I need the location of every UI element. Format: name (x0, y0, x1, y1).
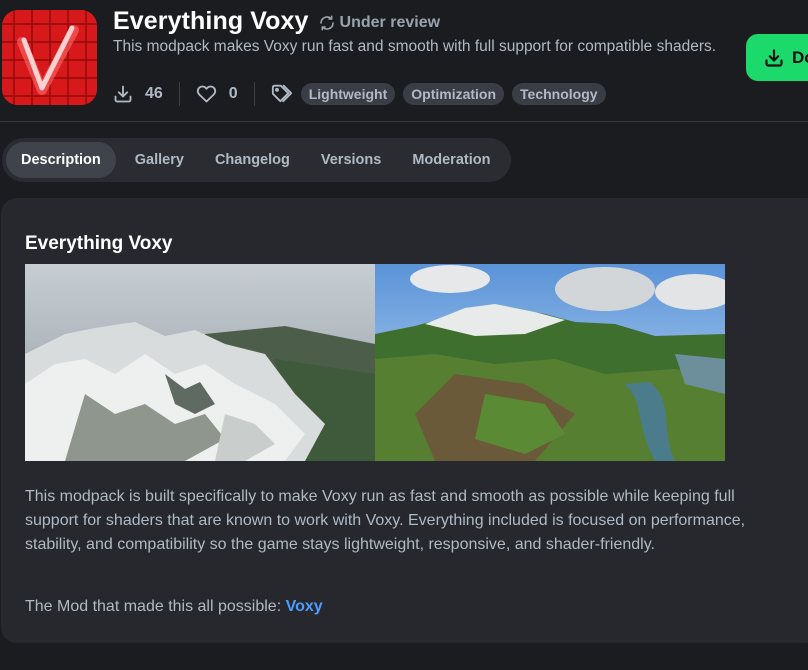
tag-technology[interactable]: Technology (512, 83, 606, 105)
credit-line: The Mod that made this all possible: Vox… (25, 595, 323, 619)
description-body: This modpack is built specifically to ma… (25, 488, 746, 553)
project-summary: This modpack makes Voxy run fast and smo… (113, 38, 717, 55)
download-icon (765, 48, 783, 67)
project-stats: 46 0 Lightweight Optimization Technology (113, 81, 614, 107)
downloads-stat: 46 (113, 84, 163, 104)
tab-gallery[interactable]: Gallery (123, 142, 196, 178)
follows-stat[interactable]: 0 (196, 84, 238, 104)
follows-count: 0 (228, 85, 238, 102)
tag-optimization[interactable]: Optimization (403, 83, 505, 105)
review-status-label: Under review (339, 14, 441, 31)
review-status: Under review (319, 14, 440, 32)
tab-moderation[interactable]: Moderation (400, 142, 502, 178)
screenshot-green-valley[interactable] (375, 264, 725, 461)
download-icon (114, 85, 132, 103)
refresh-icon (319, 15, 334, 31)
project-logo (2, 10, 97, 105)
stats-divider (178, 82, 180, 106)
stats-divider (253, 82, 255, 106)
description-card: Everything Voxy This modpack is built sp… (1, 198, 808, 643)
tab-versions[interactable]: Versions (309, 142, 393, 178)
voxy-link[interactable]: Voxy (286, 598, 323, 615)
screenshots (25, 264, 725, 461)
credit-text: The Mod that made this all possible: (25, 598, 282, 615)
tab-description[interactable]: Description (6, 142, 116, 178)
title-row: Everything Voxy Under review (113, 7, 440, 36)
project-title: Everything Voxy (113, 7, 309, 35)
description-heading: Everything Voxy (25, 233, 173, 254)
downloads-count: 46 (145, 85, 163, 102)
download-button-label: Do (792, 47, 808, 67)
heart-icon (196, 85, 216, 103)
screenshot-snowy-mountains[interactable] (25, 264, 375, 461)
tag-lightweight[interactable]: Lightweight (300, 83, 396, 105)
project-tabs: Description Gallery Changelog Versions M… (2, 138, 511, 182)
project-header: Everything Voxy Under review This modpac… (0, 0, 808, 122)
download-button[interactable]: Do (746, 34, 808, 81)
tab-changelog[interactable]: Changelog (203, 142, 302, 178)
tags-icon (271, 84, 293, 104)
